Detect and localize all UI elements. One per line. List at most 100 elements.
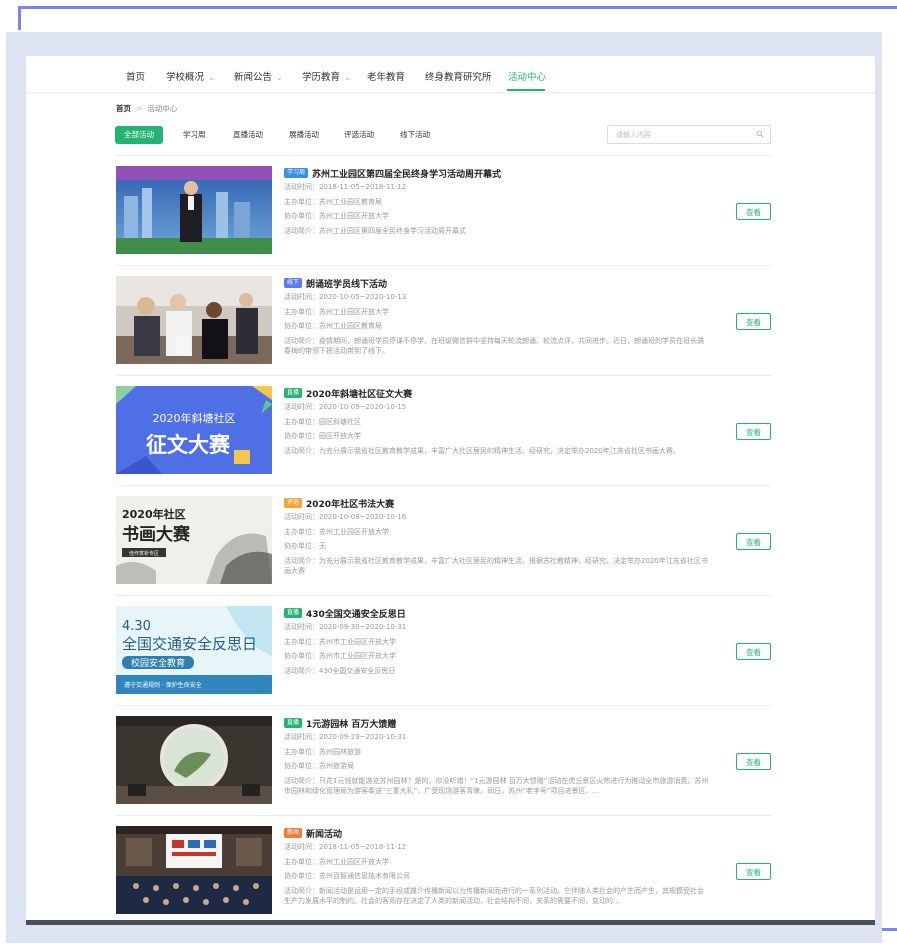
speaker-on-stage-image bbox=[116, 166, 272, 254]
activity-intro: 活动简介：新闻活动是运用一定的手段或媒介传播新闻以为传播新闻而进行的一系列活动。… bbox=[284, 886, 704, 905]
activity-info: 评选 2020年社区书法大赛 活动时间：2020-10-08~2020-10-16… bbox=[284, 496, 714, 576]
top-nav: 首页 学校概况 ⌄ 新闻公告 ⌄ 学历教育 ⌄ 老年教育 终身教育研究所 活动中心 bbox=[26, 56, 875, 93]
activity-tag: 直播 bbox=[284, 388, 303, 398]
garden-moon-gate-image bbox=[116, 716, 272, 804]
activity-intro: 活动简介：苏州工业园区第四届全民终身学习活动周开幕式 bbox=[284, 226, 466, 235]
activity-intro: 活动简介：430全国交通安全反思日 bbox=[284, 666, 396, 675]
poster-line-1: 2020年社区 bbox=[122, 507, 186, 521]
activity-intro: 活动简介：只花1元钱就能游览苏州园林？是的，你没听错！“1元游园林 百万大馈赠”… bbox=[284, 776, 709, 795]
filter-selection-activities[interactable]: 评选活动 bbox=[344, 126, 374, 144]
activity-host: 主办单位：苏州园林旅游 bbox=[284, 747, 361, 756]
nav-item-label: 活动中心 bbox=[508, 72, 547, 83]
activity-tag: 学习周 bbox=[284, 168, 309, 178]
filter-study-week[interactable]: 学习周 bbox=[183, 126, 206, 144]
activity-co-host: 协办单位：苏州百智通信息技术有限公司 bbox=[284, 872, 410, 881]
nav-item-home[interactable]: 首页 bbox=[126, 69, 145, 83]
activity-thumbnail[interactable]: 4.30 全国交通安全反思日 校园安全教育 遵守交通规则 · 保护生命安全 bbox=[116, 606, 272, 694]
nav-item-label: 首页 bbox=[126, 72, 146, 83]
activity-title[interactable]: 1元游园林 百万大馈赠 bbox=[306, 717, 396, 730]
poster-line-2: 全国交通安全反思日 bbox=[122, 635, 257, 653]
activity-co-host: 协办单位：无 bbox=[284, 542, 326, 551]
calligraphy-contest-poster-image: 2020年社区 书画大赛 佳作赏析专区 bbox=[116, 496, 272, 584]
nav-item-label: 老年教育 bbox=[367, 72, 406, 83]
activity-thumbnail[interactable]: 2020年社区 书画大赛 佳作赏析专区 bbox=[116, 496, 272, 584]
activity-title[interactable]: 2020年斜塘社区征文大赛 bbox=[306, 387, 412, 400]
activity-time: 活动时间：2020-10-08~2020-10-16 bbox=[284, 513, 407, 521]
activity-tag: 直播 bbox=[284, 718, 303, 728]
activity-title[interactable]: 朗诵班学员线下活动 bbox=[306, 277, 387, 290]
activity-item: 学习周 苏州工业园区第四届全民终身学习活动周开幕式 活动时间：2018-11-05… bbox=[116, 156, 771, 266]
activity-item: 直播 1元游园林 百万大馈赠 活动时间：2020-09-29~2020-10-31… bbox=[116, 706, 771, 816]
activity-time: 活动时间：2020-10-05~2020-10-13 bbox=[284, 293, 407, 301]
filter-offline-activities[interactable]: 线下活动 bbox=[400, 126, 430, 144]
nav-item-label: 学历教育 bbox=[302, 72, 341, 83]
activity-item: 2020年社区 书画大赛 佳作赏析专区 评选 2020年社区书法大赛 活动时间：2… bbox=[116, 486, 771, 596]
frame-border-left bbox=[18, 6, 21, 30]
breadcrumb-home[interactable]: 首页 bbox=[116, 104, 131, 113]
activity-host: 主办单位：苏州工业园区开放大学 bbox=[284, 857, 389, 866]
activity-info: 直播 1元游园林 百万大馈赠 活动时间：2020-09-29~2020-10-31… bbox=[284, 716, 714, 796]
nav-item-activity-center[interactable]: 活动中心 bbox=[508, 69, 546, 83]
activity-item: 线下 朗诵班学员线下活动 活动时间：2020-10-05~2020-10-13 主… bbox=[116, 266, 771, 376]
view-button[interactable]: 查看 bbox=[736, 313, 771, 330]
activity-co-host: 协办单位：苏州旅游局 bbox=[284, 762, 354, 771]
activity-thumbnail[interactable]: 2020年斜塘社区 征文大赛 bbox=[116, 386, 272, 474]
activity-info: 直播 430全国交通安全反思日 活动时间：2020-09-30~2020-10-3… bbox=[284, 606, 714, 678]
poster-button: 佳作赏析专区 bbox=[129, 550, 159, 557]
conference-hall-image bbox=[116, 826, 272, 914]
activity-time: 活动时间：2018-11-05~2018-11-12 bbox=[284, 843, 407, 851]
activity-title[interactable]: 苏州工业园区第四届全民终身学习活动周开幕式 bbox=[312, 167, 501, 180]
activity-host: 主办单位：苏州市工业园区开放大学 bbox=[284, 637, 396, 646]
search-icon[interactable] bbox=[756, 130, 764, 138]
poster-line-1: 4.30 bbox=[122, 619, 151, 634]
view-button[interactable]: 查看 bbox=[736, 643, 771, 660]
activity-time: 活动时间：2020-10-09~2020-10-15 bbox=[284, 403, 407, 411]
activity-intro: 活动简介：为充分展示我省社区教育教学成果，丰富广大社区居民的精神生活，根据苏社教… bbox=[284, 556, 708, 575]
activity-thumbnail[interactable] bbox=[116, 716, 272, 804]
filter-broadcast-activities[interactable]: 展播活动 bbox=[289, 126, 319, 144]
activity-title[interactable]: 新闻活动 bbox=[306, 827, 342, 840]
activity-item: 新闻 新闻活动 活动时间：2018-11-05~2018-11-12 主办单位：苏… bbox=[116, 816, 771, 924]
activity-host: 主办单位：苏州工业园区教育局 bbox=[284, 197, 382, 206]
activity-co-host: 协办单位：苏州工业园区教育局 bbox=[284, 322, 382, 331]
activity-info: 新闻 新闻活动 活动时间：2018-11-05~2018-11-12 主办单位：苏… bbox=[284, 826, 714, 906]
search-input[interactable] bbox=[616, 128, 746, 141]
nav-item-school-overview[interactable]: 学校概况 ⌄ bbox=[166, 69, 215, 83]
poster-badge: 校园安全教育 bbox=[131, 657, 185, 669]
breadcrumb: 首页 > 活动中心 bbox=[116, 103, 177, 114]
active-tab-indicator bbox=[507, 89, 545, 91]
nav-item-lifelong-institute[interactable]: 终身教育研究所 bbox=[425, 69, 492, 83]
activity-info: 直播 2020年斜塘社区征文大赛 活动时间：2020-10-09~2020-10-… bbox=[284, 386, 714, 456]
chevron-down-icon: ⌄ bbox=[208, 73, 215, 82]
view-button[interactable]: 查看 bbox=[736, 423, 771, 440]
view-button[interactable]: 查看 bbox=[736, 753, 771, 770]
activity-title[interactable]: 430全国交通安全反思日 bbox=[306, 607, 406, 620]
activity-title[interactable]: 2020年社区书法大赛 bbox=[306, 497, 394, 510]
activity-time: 活动时间：2020-09-30~2020-10-31 bbox=[284, 623, 407, 631]
filter-live-activities[interactable]: 直播活动 bbox=[233, 126, 263, 144]
nav-item-senior-education[interactable]: 老年教育 bbox=[367, 69, 405, 83]
activity-time: 活动时间：2020-09-29~2020-10-31 bbox=[284, 733, 407, 741]
activity-thumbnail[interactable] bbox=[116, 826, 272, 914]
poster-line-1: 2020年斜塘社区 bbox=[153, 411, 236, 425]
search-box bbox=[607, 125, 771, 144]
activity-host: 主办单位：苏州工业园区开放大学 bbox=[284, 527, 389, 536]
view-button[interactable]: 查看 bbox=[736, 863, 771, 880]
activity-intro: 活动简介：疫情期间，朗诵班学员停课不停学，在班级微信群中坚持每天轮流朗诵、轮流点… bbox=[284, 336, 704, 355]
view-button[interactable]: 查看 bbox=[736, 203, 771, 220]
nav-item-label: 终身教育研究所 bbox=[425, 72, 492, 83]
view-button[interactable]: 查看 bbox=[736, 533, 771, 550]
poster-line-3: 遵守交通规则 · 保护生命安全 bbox=[124, 681, 202, 689]
nav-item-label: 新闻公告 bbox=[234, 72, 273, 83]
nav-item-news[interactable]: 新闻公告 ⌄ bbox=[234, 69, 283, 83]
nav-item-academic-education[interactable]: 学历教育 ⌄ bbox=[302, 69, 351, 83]
filter-all-activities[interactable]: 全部活动 bbox=[115, 126, 163, 144]
nav-item-label: 学校概况 bbox=[166, 72, 205, 83]
activity-co-host: 协办单位：园区开放大学 bbox=[284, 432, 361, 441]
activity-tag: 新闻 bbox=[284, 828, 303, 838]
breadcrumb-current: 活动中心 bbox=[147, 104, 178, 113]
activity-thumbnail[interactable] bbox=[116, 276, 272, 364]
activity-item: 2020年斜塘社区 征文大赛 直播 2020年斜塘社区征文大赛 活动时间：2020… bbox=[116, 376, 771, 486]
activity-thumbnail[interactable] bbox=[116, 166, 272, 254]
activity-co-host: 协办单位：苏州市工业园区开放大学 bbox=[284, 652, 396, 661]
